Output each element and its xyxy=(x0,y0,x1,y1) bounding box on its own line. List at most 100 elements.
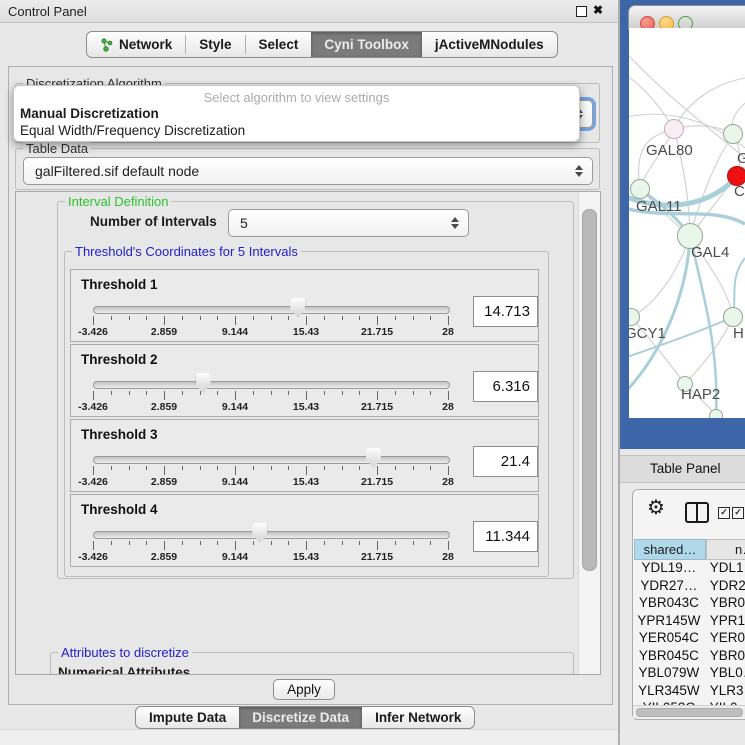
slider-tick xyxy=(377,316,378,325)
slider-handle[interactable] xyxy=(290,298,305,318)
slider-tick-label: -3.426 xyxy=(78,476,108,488)
table-row[interactable]: YDL19…YDL1… xyxy=(634,560,745,578)
tab-jactivemnodules[interactable]: jActiveMNodules xyxy=(422,32,557,57)
slider-tick xyxy=(271,541,272,545)
panel-title: Control Panel xyxy=(8,4,87,19)
threshold-value-field[interactable]: 21.4 xyxy=(473,446,538,477)
slider-tick xyxy=(164,466,165,475)
slider-tick-label: 9.144 xyxy=(222,326,248,338)
slider-tick xyxy=(288,541,289,545)
column-header-name[interactable]: n… xyxy=(706,539,745,560)
tab-select[interactable]: Select xyxy=(246,32,312,57)
tab-network[interactable]: Network xyxy=(87,32,185,57)
slider-tick xyxy=(182,466,183,470)
cell-shared-name[interactable]: YBR043C xyxy=(634,595,704,613)
slider-track[interactable] xyxy=(93,456,450,464)
cell-name[interactable]: YLR3… xyxy=(704,683,745,701)
table-data-title: Table Data xyxy=(23,141,91,156)
cell-name[interactable]: YBR0… xyxy=(704,648,745,666)
slider-tick xyxy=(430,391,431,395)
slider-tick xyxy=(288,466,289,470)
slider-tick-label: 2.859 xyxy=(151,551,177,563)
slider-tick xyxy=(217,391,218,395)
column-header-shared-name[interactable]: shared… xyxy=(634,539,706,560)
slider-ticks xyxy=(93,316,448,326)
close-icon[interactable]: ✖ xyxy=(593,3,603,17)
network-node[interactable] xyxy=(630,179,650,199)
slider-handle[interactable] xyxy=(196,373,211,393)
tab-cyni-toolbox[interactable]: Cyni Toolbox xyxy=(311,32,422,57)
table-row[interactable]: YER054CYER0… xyxy=(634,630,745,648)
float-window-icon[interactable] xyxy=(576,6,587,17)
table-rows[interactable]: YDL19…YDL1…YDR27…YDR2…YBR043CYBR0…YPR145… xyxy=(634,560,745,708)
tab-discretize-data[interactable]: Discretize Data xyxy=(239,707,362,728)
network-canvas[interactable]: GAL80 G GAL11 C GAL4 GCY1 H HAP2 xyxy=(629,28,745,418)
slider-tick xyxy=(111,316,112,320)
threshold-panel: Threshold 2-3.4262.8599.14415.4321.71528… xyxy=(70,344,539,417)
threshold-value-field[interactable]: 14.713 xyxy=(473,296,538,327)
threshold-stack: Threshold 1-3.4262.8599.14415.4321.71528… xyxy=(70,269,539,571)
table-row[interactable]: YDR27…YDR2… xyxy=(634,578,745,596)
tab-impute-data[interactable]: Impute Data xyxy=(136,707,239,728)
tab-infer-network[interactable]: Infer Network xyxy=(362,707,474,728)
cell-shared-name[interactable]: YLR345W xyxy=(634,683,704,701)
table-row[interactable]: YBL079WYBL0… xyxy=(634,665,745,683)
tab-style[interactable]: Style xyxy=(186,32,244,57)
slider-track[interactable] xyxy=(93,381,450,389)
number-of-intervals-combobox[interactable]: 5 xyxy=(228,209,469,237)
slider-tick xyxy=(271,316,272,320)
network-node[interactable] xyxy=(723,307,743,327)
settings-scrollbar-thumb[interactable] xyxy=(582,209,597,571)
cell-name[interactable]: YBR0… xyxy=(704,595,745,613)
table-data-combobox[interactable]: galFiltered.sif default node xyxy=(23,157,593,185)
threshold-value-field[interactable]: 6.316 xyxy=(473,371,538,402)
settings-scroll-panel: Interval Definition Number of Intervals … xyxy=(15,191,601,675)
dropdown-option-manual[interactable]: Manual Discretization xyxy=(18,106,159,121)
slider-track[interactable] xyxy=(93,306,450,314)
network-node[interactable] xyxy=(664,119,684,139)
slider-tick xyxy=(200,391,201,395)
network-node[interactable] xyxy=(709,409,723,418)
hscrollbar-thumb[interactable] xyxy=(636,708,743,717)
cell-shared-name[interactable]: YDR27… xyxy=(634,578,704,596)
horizontal-scrollbar[interactable] xyxy=(633,705,745,718)
network-window-titlebar[interactable] xyxy=(628,5,745,30)
cell-name[interactable]: YDR2… xyxy=(704,578,745,596)
table-row[interactable]: YLR345WYLR3… xyxy=(634,683,745,701)
cell-name[interactable]: YER0… xyxy=(704,630,745,648)
settings-scrollbar[interactable] xyxy=(578,192,600,674)
cell-name[interactable]: YBL0… xyxy=(704,665,745,683)
table-row[interactable]: YPR145WYPR1… xyxy=(634,613,745,631)
node-label-gal11: GAL11 xyxy=(636,198,682,215)
dropdown-option-equal-width[interactable]: Equal Width/Frequency Discretization xyxy=(18,123,245,138)
slider-tick xyxy=(342,316,343,320)
checkbox-icon[interactable]: ✓ xyxy=(718,507,730,519)
network-node[interactable] xyxy=(723,124,743,144)
cell-name[interactable]: YDL1… xyxy=(704,560,745,578)
slider-tick xyxy=(395,541,396,545)
split-view-icon[interactable] xyxy=(685,502,709,523)
cell-shared-name[interactable]: YBR045C xyxy=(634,648,704,666)
cell-shared-name[interactable]: YDL19… xyxy=(634,560,704,578)
table-row[interactable]: YBR045CYBR0… xyxy=(634,648,745,666)
combo-arrows-icon xyxy=(451,217,459,229)
cell-shared-name[interactable]: YPR145W xyxy=(634,613,704,631)
apply-button[interactable]: Apply xyxy=(273,679,335,700)
threshold-value-field[interactable]: 11.344 xyxy=(473,521,538,552)
table-row[interactable]: YBR043CYBR0… xyxy=(634,595,745,613)
slider-handle[interactable] xyxy=(252,523,267,543)
threshold-label: Threshold 2 xyxy=(81,352,158,367)
slider-tick xyxy=(324,316,325,320)
network-icon xyxy=(100,38,114,52)
gear-icon[interactable]: ⚙ xyxy=(647,498,665,518)
slider-tick xyxy=(377,391,378,400)
slider-track[interactable] xyxy=(93,531,450,539)
slider-tick xyxy=(182,316,183,320)
slider-handle[interactable] xyxy=(366,448,381,468)
cell-shared-name[interactable]: YER054C xyxy=(634,630,704,648)
slider-tick-label: 28 xyxy=(442,326,454,338)
cell-name[interactable]: YPR1… xyxy=(704,613,745,631)
checkbox-icon[interactable]: ✓ xyxy=(732,507,744,519)
slider-tick xyxy=(200,466,201,470)
cell-shared-name[interactable]: YBL079W xyxy=(634,665,704,683)
